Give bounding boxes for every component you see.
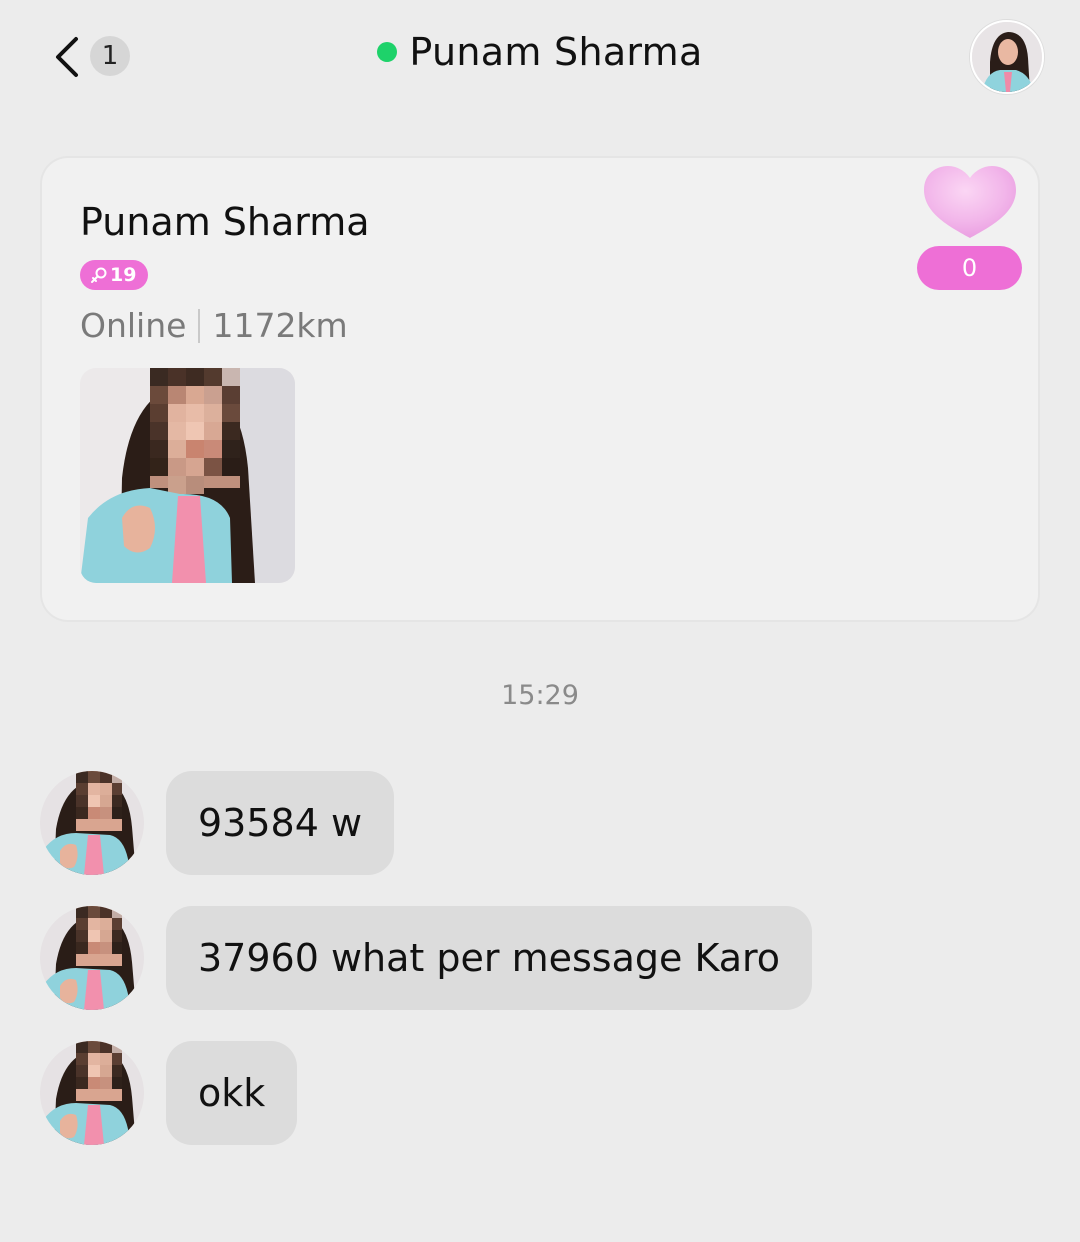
message-bubble[interactable]: 93584 w bbox=[166, 771, 395, 875]
message-row: 93584 w bbox=[40, 770, 395, 876]
profile-name: Punam Sharma bbox=[80, 200, 370, 244]
sender-avatar[interactable] bbox=[40, 1041, 144, 1145]
message-row: 37960 what per message Karo bbox=[40, 905, 813, 1011]
message-bubble[interactable]: okk bbox=[166, 1041, 298, 1145]
profile-status: Online 1172km bbox=[80, 306, 348, 345]
like-count[interactable]: 0 bbox=[917, 246, 1022, 290]
heart-icon bbox=[924, 166, 1016, 238]
female-symbol-icon bbox=[91, 267, 107, 283]
divider bbox=[198, 308, 201, 343]
chat-header: 1 Punam Sharma bbox=[0, 0, 1080, 120]
sender-avatar[interactable] bbox=[40, 906, 144, 1010]
message-bubble[interactable]: 37960 what per message Karo bbox=[166, 906, 813, 1010]
age-value: 19 bbox=[110, 264, 137, 286]
chat-title: Punam Sharma bbox=[409, 30, 703, 74]
like-button[interactable] bbox=[922, 164, 1018, 240]
profile-card[interactable]: Punam Sharma 19 Online 1172km 0 bbox=[42, 158, 1038, 620]
message-timestamp: 15:29 bbox=[501, 680, 579, 711]
sender-avatar[interactable] bbox=[40, 771, 144, 875]
header-avatar[interactable] bbox=[970, 20, 1044, 94]
distance: 1172km bbox=[212, 306, 348, 345]
online-indicator bbox=[377, 42, 398, 62]
online-status: Online bbox=[80, 306, 187, 345]
profile-photo[interactable] bbox=[80, 368, 295, 583]
age-badge: 19 bbox=[80, 260, 149, 290]
chat-title-group: Punam Sharma bbox=[0, 30, 1080, 74]
message-row: okk bbox=[40, 1040, 298, 1146]
